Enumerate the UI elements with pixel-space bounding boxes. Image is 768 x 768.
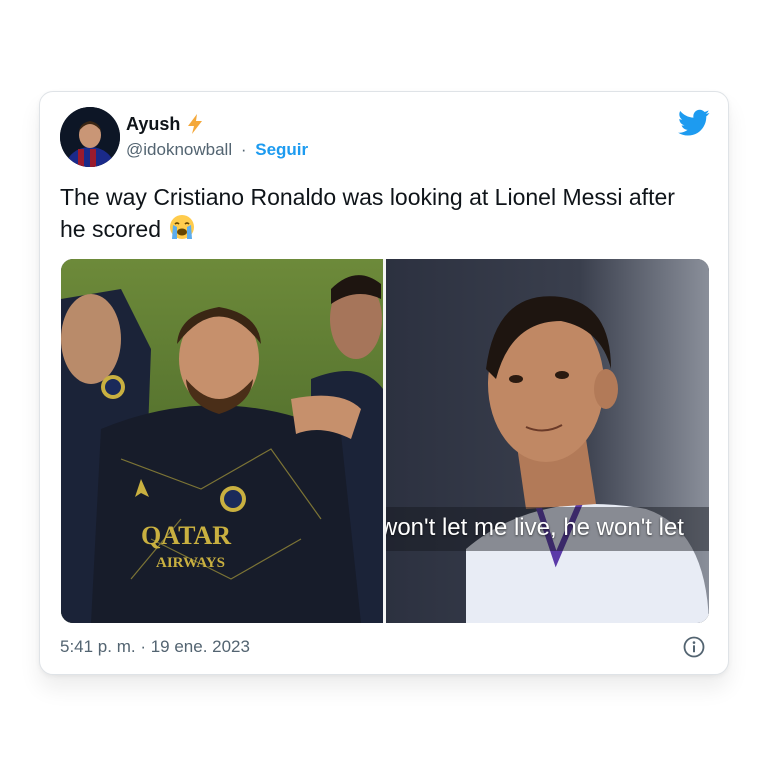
author-name-row[interactable]: Ayush [126, 113, 206, 135]
jersey-sponsor-line2: AIRWAYS [156, 555, 225, 571]
tweet-card: Ayush @idoknowball · Seguir The way Cris… [39, 91, 729, 675]
tweet-text: The way Cristiano Ronaldo was looking at… [60, 182, 700, 245]
video-caption-bar: won't let me live, he won't let [386, 507, 709, 551]
author-name[interactable]: Ayush [126, 114, 180, 135]
crying-face-emoji-icon [167, 213, 197, 241]
info-icon[interactable] [682, 635, 706, 659]
author-avatar[interactable] [60, 107, 120, 167]
media-photo-right[interactable]: won't let me live, he won't let [386, 259, 709, 623]
tweet-media[interactable]: QATAR AIRWAYS won't let me live, he won'… [61, 259, 709, 623]
tweet-body: The way Cristiano Ronaldo was looking at… [60, 184, 675, 242]
video-caption-text: won't let me live, he won't let [386, 514, 684, 541]
twitter-bird-icon[interactable] [678, 109, 710, 137]
lightning-bolt-icon [184, 113, 206, 135]
media-photo-left[interactable]: QATAR AIRWAYS [61, 259, 383, 623]
jersey-sponsor-line1: QATAR [141, 521, 231, 550]
tweet-timestamp[interactable]: 5:41 p. m. · 19 ene. 2023 [60, 637, 250, 657]
follow-button[interactable]: Seguir [255, 140, 308, 159]
separator-dot: · [240, 140, 247, 159]
handle-row: @idoknowball · Seguir [126, 140, 308, 160]
author-handle[interactable]: @idoknowball [126, 140, 232, 159]
